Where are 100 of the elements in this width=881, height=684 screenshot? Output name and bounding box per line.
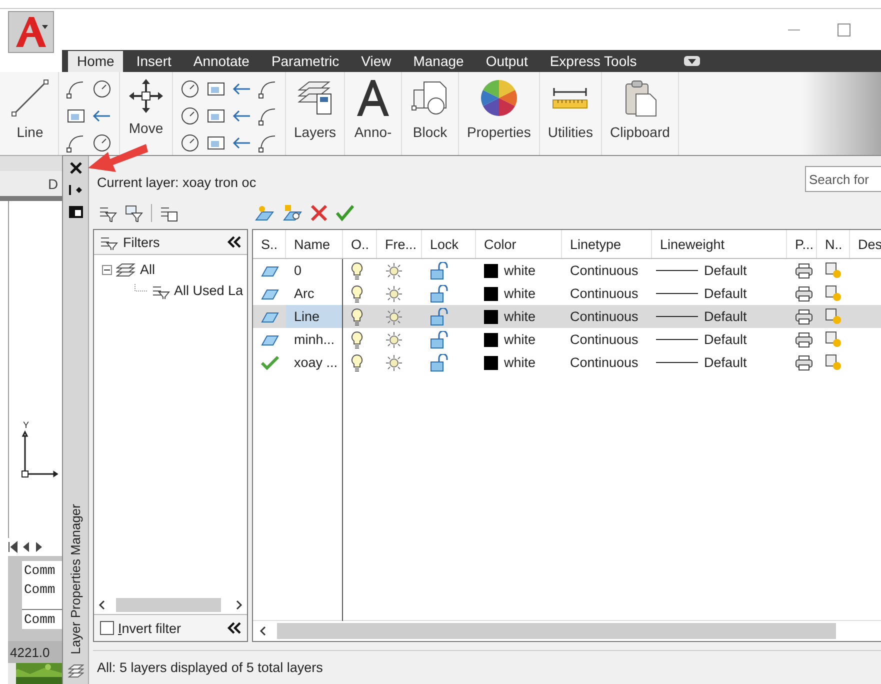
- sun-icon[interactable]: [385, 354, 403, 372]
- tool-icon[interactable]: [91, 78, 113, 100]
- dropdown-icon[interactable]: [684, 56, 700, 66]
- command-line: Comm: [23, 581, 56, 599]
- color-swatch-icon[interactable]: [484, 286, 498, 300]
- printer-icon[interactable]: [795, 308, 813, 324]
- column-header[interactable]: Linetype: [562, 230, 652, 258]
- light-bulb-icon[interactable]: [351, 330, 363, 348]
- scroll-left-icon[interactable]: [98, 600, 106, 610]
- viewport-freeze-icon[interactable]: [825, 284, 843, 302]
- close-icon[interactable]: [70, 162, 82, 174]
- new-frozen-layer-icon[interactable]: [282, 204, 302, 222]
- open-lock-icon[interactable]: [430, 330, 450, 348]
- layer-name: minh...: [294, 332, 335, 347]
- scroll-left-icon[interactable]: [259, 626, 267, 636]
- checkbox-label: Invert filter: [118, 620, 182, 636]
- column-header[interactable]: Fre...: [377, 230, 422, 258]
- auto-hide-icon[interactable]: [68, 184, 82, 196]
- sun-icon[interactable]: [385, 284, 403, 302]
- ribbon-button[interactable]: Block: [402, 72, 460, 155]
- light-bulb-icon[interactable]: [351, 308, 363, 326]
- line-icon: [10, 78, 50, 118]
- column-header[interactable]: Lock: [422, 230, 476, 258]
- column-header[interactable]: O..: [343, 230, 377, 258]
- line-sample-icon: [656, 361, 698, 364]
- ribbon-tab[interactable]: Annotate: [184, 51, 258, 72]
- viewport-freeze-icon[interactable]: [825, 262, 843, 280]
- open-lock-icon[interactable]: [430, 262, 450, 280]
- color-swatch-icon[interactable]: [484, 310, 498, 324]
- column-header[interactable]: P...: [787, 230, 817, 258]
- line-sample-icon: [656, 315, 698, 318]
- layer-row[interactable]: xoay ... white Continuous Default: [253, 351, 881, 374]
- ribbon-button[interactable]: Properties: [459, 72, 540, 155]
- column-header[interactable]: Lineweight: [652, 230, 787, 258]
- open-lock-icon[interactable]: [430, 308, 450, 326]
- collapse-icon[interactable]: [227, 622, 241, 634]
- line-sample-icon: [656, 338, 698, 341]
- ribbon-tab[interactable]: Express Tools: [540, 51, 646, 72]
- ribbon-tab[interactable]: Output: [476, 51, 537, 72]
- scroll-right-icon[interactable]: [235, 600, 243, 610]
- scrollbar-thumb[interactable]: [277, 623, 836, 639]
- previous-icon[interactable]: [21, 541, 31, 553]
- ribbon-button[interactable]: Clipboard: [602, 72, 679, 155]
- open-lock-icon[interactable]: [430, 354, 450, 372]
- properties-icon[interactable]: [68, 206, 82, 218]
- printer-icon[interactable]: [795, 286, 813, 302]
- sun-icon[interactable]: [385, 308, 403, 326]
- tool-icon[interactable]: [179, 132, 201, 154]
- ribbon-tab[interactable]: View: [352, 51, 400, 72]
- collapse-box-icon[interactable]: [102, 264, 112, 274]
- first-page-icon[interactable]: [8, 541, 18, 553]
- app-menu-button[interactable]: [8, 11, 54, 53]
- light-bulb-icon[interactable]: [351, 284, 363, 302]
- layer-row[interactable]: Arc white Continuous Default: [253, 282, 881, 305]
- viewport-freeze-icon[interactable]: [825, 308, 843, 326]
- ribbon-tab[interactable]: Home: [68, 51, 124, 72]
- color-name: white: [504, 263, 536, 278]
- scrollbar-thumb[interactable]: [116, 598, 221, 612]
- new-layer-icon[interactable]: [254, 204, 274, 222]
- layer-row[interactable]: minh... white Continuous Default: [253, 328, 881, 351]
- next-icon[interactable]: [34, 541, 44, 553]
- tool-icon[interactable]: [179, 78, 201, 100]
- printer-icon[interactable]: [795, 354, 813, 370]
- printer-icon[interactable]: [795, 332, 813, 348]
- color-swatch-icon[interactable]: [484, 356, 498, 370]
- light-bulb-icon[interactable]: [351, 262, 363, 280]
- ribbon-button[interactable]: Layers: [286, 72, 346, 155]
- ribbon-tab[interactable]: Manage: [404, 51, 473, 72]
- column-header[interactable]: Name: [286, 230, 343, 258]
- status-bar: All: 5 layers displayed of 5 total layers: [93, 650, 881, 684]
- tool-icon[interactable]: [179, 105, 201, 127]
- column-header[interactable]: Color: [476, 230, 562, 258]
- group-filter-icon[interactable]: [125, 204, 143, 222]
- layers-icon[interactable]: [68, 664, 84, 678]
- sun-icon[interactable]: [385, 330, 403, 348]
- maximize-icon[interactable]: [837, 22, 851, 36]
- layer-row[interactable]: Line white Continuous Default: [253, 305, 881, 328]
- viewport-freeze-icon[interactable]: [825, 354, 843, 372]
- tool-icon[interactable]: [91, 132, 113, 154]
- ribbon-tab[interactable]: Insert: [127, 51, 180, 72]
- column-header[interactable]: S..: [253, 230, 286, 258]
- column-header[interactable]: N..: [817, 230, 850, 258]
- delete-icon[interactable]: [310, 204, 328, 222]
- color-name: white: [504, 332, 536, 347]
- viewport-freeze-icon[interactable]: [825, 330, 843, 348]
- color-swatch-icon[interactable]: [484, 264, 498, 278]
- light-bulb-icon[interactable]: [351, 354, 363, 372]
- filter-tree-item[interactable]: All Used La: [174, 283, 244, 298]
- invert-filter-checkbox[interactable]: [100, 621, 114, 635]
- search-field[interactable]: Search for: [805, 166, 881, 192]
- color-swatch-icon[interactable]: [484, 332, 498, 346]
- ribbon-tab[interactable]: Parametric: [262, 51, 348, 72]
- sun-icon[interactable]: [385, 262, 403, 280]
- printer-icon[interactable]: [795, 262, 813, 278]
- open-lock-icon[interactable]: [430, 284, 450, 302]
- layer-row[interactable]: 0 white Continuous Default: [253, 259, 881, 282]
- color-wheel-icon: [478, 78, 519, 118]
- set-current-icon[interactable]: [336, 204, 354, 222]
- filter-tree-item[interactable]: All: [140, 262, 156, 277]
- collapse-icon[interactable]: [227, 236, 241, 248]
